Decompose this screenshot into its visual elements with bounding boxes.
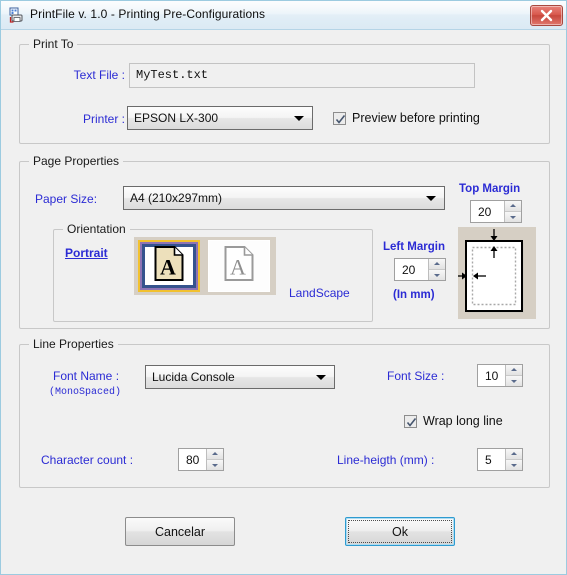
font-name-combobox[interactable]: Lucida Console [145,365,335,389]
cancel-button[interactable]: Cancelar [125,517,235,546]
top-margin-decrement[interactable] [505,211,521,222]
character-count-increment[interactable] [207,449,223,459]
font-size-spinner[interactable]: 10 [477,364,523,387]
left-margin-label: Left Margin [383,241,445,253]
line-properties-legend: Line Properties [29,337,118,351]
ok-button-label: Ok [392,524,408,539]
check-icon [406,417,417,427]
orientation-legend: Orientation [63,222,130,236]
page-margin-preview [458,227,536,319]
line-height-increment[interactable] [506,449,522,459]
chevron-down-icon [316,375,326,380]
orientation-icons-panel: A A [134,237,276,295]
orientation-landscape-label[interactable]: LandScape [289,286,350,300]
font-name-sublabel: (MonoSpaced) [49,387,122,398]
printer-icon [8,7,25,24]
character-count-value[interactable]: 80 [179,449,206,470]
top-margin-value[interactable]: 20 [471,201,504,222]
line-height-decrement[interactable] [506,459,522,470]
printer-label: Printer : [82,112,125,126]
line-height-value[interactable]: 5 [478,449,505,470]
paper-size-combobox[interactable]: A4 (210x297mm) [123,186,445,210]
cancel-button-label: Cancelar [154,524,206,539]
font-name-label: Font Name : [53,369,120,383]
portrait-page-icon: A [154,246,184,287]
preview-before-printing-checkbox[interactable]: Preview before printing [333,111,480,125]
line-height-label: Line-heigth (mm) : [337,453,435,467]
orientation-portrait-button[interactable]: A [138,240,200,292]
paper-size-combobox-value: A4 (210x297mm) [130,191,223,205]
left-margin-stepper[interactable] [428,259,445,280]
page-properties-legend: Page Properties [29,154,124,168]
orientation-portrait-label[interactable]: Portrait [65,246,108,260]
orientation-landscape-button[interactable]: A [208,240,270,292]
line-height-spinner[interactable]: 5 [477,448,523,471]
left-margin-decrement[interactable] [429,269,445,280]
portrait-button-inner: A [142,244,196,288]
left-margin-value[interactable]: 20 [395,259,428,280]
print-file-dialog: PrintFile v. 1.0 - Printing Pre-Configur… [0,0,567,575]
chevron-down-icon [426,196,436,201]
paper-size-label: Paper Size: [35,192,98,206]
top-margin-increment[interactable] [505,201,521,211]
wrap-long-line-checkbox[interactable]: Wrap long line [404,414,503,428]
svg-text:A: A [160,255,176,280]
printer-combobox[interactable]: EPSON LX-300 [127,106,313,130]
text-file-label: Text File : [73,68,125,82]
wrap-long-line-label: Wrap long line [423,414,503,428]
text-file-input[interactable]: MyTest.txt [129,63,475,88]
chevron-down-icon [294,116,304,121]
character-count-spinner[interactable]: 80 [178,448,224,471]
character-count-label: Character count : [41,453,134,467]
font-size-stepper[interactable] [505,365,522,386]
check-icon [335,114,346,124]
character-count-decrement[interactable] [207,459,223,470]
font-size-label: Font Size : [387,369,445,383]
font-size-increment[interactable] [506,365,522,375]
top-margin-spinner[interactable]: 20 [470,200,522,223]
font-size-decrement[interactable] [506,375,522,386]
ok-button[interactable]: Ok [345,517,455,546]
print-to-legend: Print To [29,37,78,51]
margin-units-label: (In mm) [393,289,435,301]
left-margin-increment[interactable] [429,259,445,269]
svg-text:A: A [230,255,246,280]
font-name-combobox-value: Lucida Console [152,370,235,384]
close-button[interactable] [530,5,563,26]
preview-before-printing-label: Preview before printing [352,111,480,125]
line-height-stepper[interactable] [505,449,522,470]
font-size-value[interactable]: 10 [478,365,505,386]
printer-combobox-value: EPSON LX-300 [134,111,219,125]
window-title: PrintFile v. 1.0 - Printing Pre-Configur… [30,7,266,21]
left-margin-spinner[interactable]: 20 [394,258,446,281]
checkbox-box [404,414,417,428]
checkbox-box [333,111,346,125]
landscape-page-icon: A [224,246,254,287]
title-bar: PrintFile v. 1.0 - Printing Pre-Configur… [1,1,566,30]
top-margin-stepper[interactable] [504,201,521,222]
character-count-stepper[interactable] [206,449,223,470]
top-margin-label: Top Margin [459,183,521,195]
